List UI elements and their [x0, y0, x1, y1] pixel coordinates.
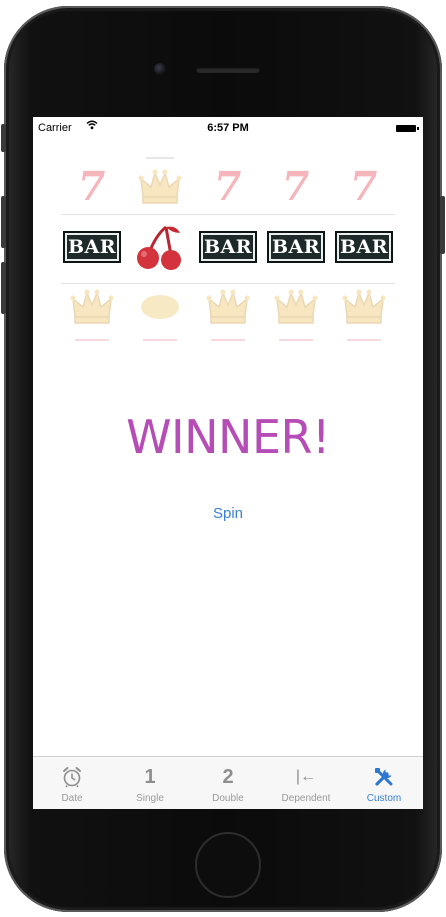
bar-symbol: BAR: [199, 231, 257, 263]
reel-cell-top: [129, 167, 191, 207]
tab-single[interactable]: 1 Single: [111, 757, 189, 809]
reel-5[interactable]: 7 BAR: [333, 153, 395, 345]
reel-cell-top: 7: [61, 163, 123, 210]
tab-single-label: Single: [136, 793, 164, 804]
tools-icon: [345, 765, 423, 789]
reel-cell-bot: [129, 287, 191, 327]
reel-cell-mid: BAR: [265, 227, 327, 267]
bar-symbol: BAR: [267, 231, 325, 263]
home-button[interactable]: [195, 832, 261, 898]
bar-symbol: BAR: [63, 231, 121, 263]
volume-down-button: [1, 262, 6, 314]
front-camera: [154, 63, 166, 75]
earpiece-speaker: [196, 67, 260, 73]
tab-bar: Date 1 Single 2 Double |← Dependent Cust…: [33, 756, 423, 809]
reel-cell-mid: BAR: [61, 227, 123, 267]
mute-switch: [1, 124, 6, 152]
lemon-symbol: [141, 295, 179, 319]
reel-cell-top: 7: [333, 163, 395, 210]
crown-symbol: [274, 289, 318, 324]
volume-up-button: [1, 196, 6, 248]
battery-icon: [396, 125, 419, 132]
crown-symbol: [342, 289, 386, 324]
seven-symbol: 7: [278, 163, 314, 210]
reel-cell-mid: BAR: [333, 227, 395, 267]
reel-cell-top: 7: [265, 163, 327, 210]
result-label: WINNER!: [126, 410, 330, 464]
tab-double[interactable]: 2 Double: [189, 757, 267, 809]
crown-symbol: [206, 289, 250, 324]
reel-2[interactable]: [129, 153, 191, 345]
status-bar: Carrier 6:57 PM: [33, 117, 423, 139]
tab-date-label: Date: [61, 793, 83, 804]
seven-symbol: 7: [346, 163, 382, 210]
reel-edge-hint: [75, 339, 109, 341]
seven-symbol: 7: [210, 163, 246, 210]
slot-machine-picker[interactable]: 7 BAR 7 BAR 7 BAR 7 BAR: [61, 153, 395, 345]
power-button: [440, 196, 445, 254]
reel-edge-hint: [146, 157, 174, 159]
tab-dependent[interactable]: |← Dependent: [267, 757, 345, 809]
alarm-clock-icon: [33, 765, 111, 789]
tab-custom-label: Custom: [366, 793, 402, 804]
reel-cell-bot: [61, 287, 123, 327]
crown-symbol: [138, 169, 182, 204]
reel-edge-hint: [347, 339, 381, 341]
reel-cell-bot: [197, 287, 259, 327]
tab-dependent-label: Dependent: [281, 793, 331, 804]
number-one-icon: 1: [144, 765, 156, 788]
tab-custom[interactable]: Custom: [345, 757, 423, 809]
clock-label: 6:57 PM: [207, 122, 249, 134]
tab-double-label: Double: [212, 793, 244, 804]
reel-edge-hint: [143, 339, 177, 341]
reel-4[interactable]: 7 BAR: [265, 153, 327, 345]
reel-cell-mid: [129, 225, 191, 270]
reel-edge-hint: [211, 339, 245, 341]
spin-button[interactable]: Spin: [203, 505, 253, 522]
reel-edge-hint: [279, 339, 313, 341]
reel-cell-mid: BAR: [197, 227, 259, 267]
cherry-symbol: [137, 225, 181, 270]
tab-date[interactable]: Date: [33, 757, 111, 809]
app-screen: Carrier 6:57 PM 7 BAR 7 BAR 7 BAR 7 BAR WINNER!…: [33, 117, 423, 809]
reel-cell-top: 7: [197, 163, 259, 210]
seven-symbol: 7: [74, 163, 110, 210]
bar-symbol: BAR: [335, 231, 393, 263]
reel-3[interactable]: 7 BAR: [197, 153, 259, 345]
crown-symbol: [70, 289, 114, 324]
reel-1[interactable]: 7 BAR: [61, 153, 123, 345]
dependent-arrow-icon: |←: [295, 768, 317, 785]
reel-cell-bot: [333, 287, 395, 327]
number-two-icon: 2: [222, 765, 234, 788]
reel-cell-bot: [265, 287, 327, 327]
